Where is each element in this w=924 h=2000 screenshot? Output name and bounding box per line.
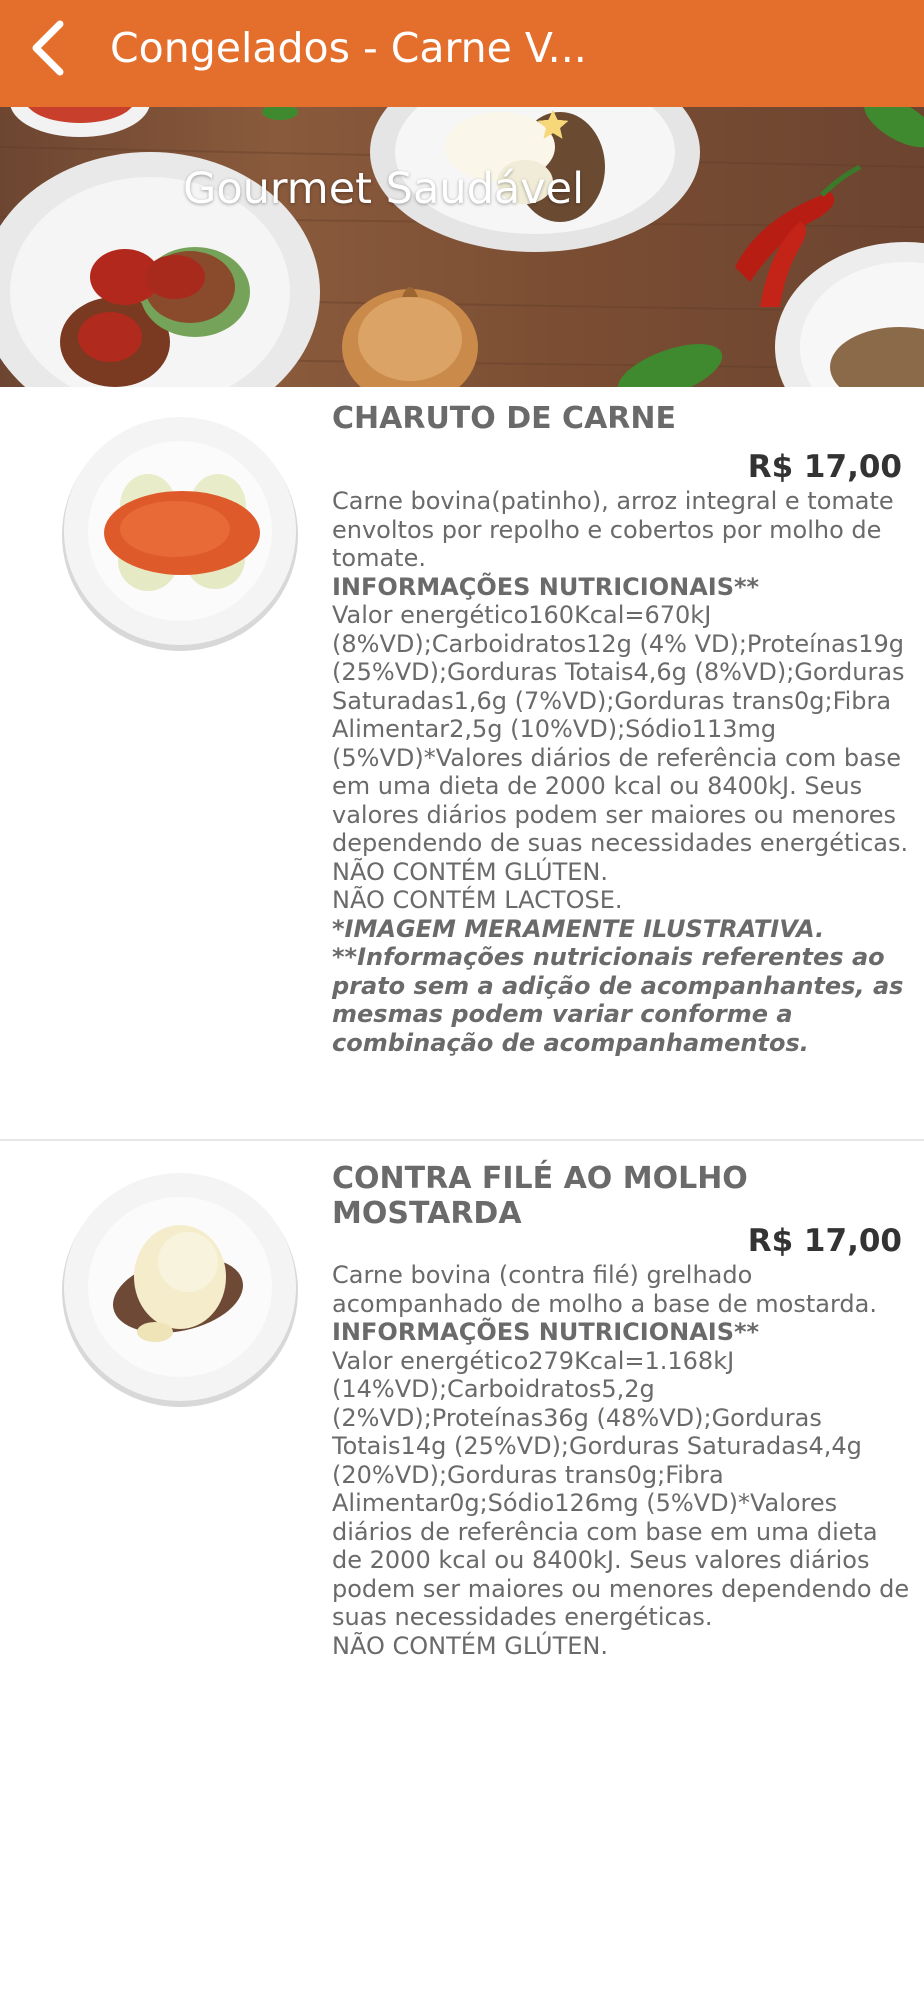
product-item[interactable]: CONTRA FILÉ AO MOLHO MOSTARDA R$ 17,00 C… <box>0 1143 924 1763</box>
lactose-notice: NÃO CONTÉM LACTOSE. <box>332 886 623 914</box>
gluten-notice: NÃO CONTÉM GLÚTEN. <box>332 1631 608 1660</box>
gluten-notice: NÃO CONTÉM GLÚTEN. <box>332 857 608 886</box>
product-description: Carne bovina (contra filé) grelhado acom… <box>332 1261 912 1660</box>
nutrition-disclaimer: **Informações nutricionais referentes ao… <box>332 943 904 1057</box>
product-price: R$ 17,00 <box>747 1223 902 1259</box>
nutrition-title: INFORMAÇÕES NUTRICIONAIS** <box>332 1318 760 1346</box>
product-description: Carne bovina(patinho), arroz integral e … <box>332 487 912 1057</box>
product-name: CHARUTO DE CARNE <box>332 401 676 436</box>
store-name: Gourmet Saudável <box>183 164 585 214</box>
nutrition-title: INFORMAÇÕES NUTRICIONAIS** <box>332 572 760 601</box>
star-icon <box>538 107 731 147</box>
back-button[interactable] <box>18 20 78 80</box>
product-image <box>60 411 300 651</box>
product-price: R$ 17,00 <box>747 449 902 485</box>
star-icon <box>538 107 783 147</box>
product-image <box>60 1167 300 1407</box>
product-item[interactable]: CHARUTO DE CARNE R$ 17,00 Carne bovina(p… <box>0 387 924 1141</box>
chevron-left-icon <box>28 20 68 80</box>
nutrition-text: Valor energético279Kcal=1.168kJ (14%VD);… <box>332 1346 910 1632</box>
app-bar: Congelados - Carne V... <box>0 0 924 107</box>
description-text: Carne bovina(patinho), arroz integral e … <box>332 487 894 572</box>
description-text: Carne bovina (contra filé) grelhado acom… <box>332 1261 877 1318</box>
store-banner: Gourmet Saudável <box>0 107 924 387</box>
nutrition-text: Valor energético160Kcal=670kJ (8%VD);Car… <box>332 601 909 857</box>
star-icon <box>538 107 627 147</box>
banner-background-image <box>0 107 924 387</box>
image-disclaimer: *IMAGEM MERAMENTE ILUSTRATIVA. <box>332 914 825 943</box>
rating-stars <box>535 107 795 147</box>
page-title: Congelados - Carne V... <box>110 24 587 72</box>
star-icon <box>538 107 679 147</box>
